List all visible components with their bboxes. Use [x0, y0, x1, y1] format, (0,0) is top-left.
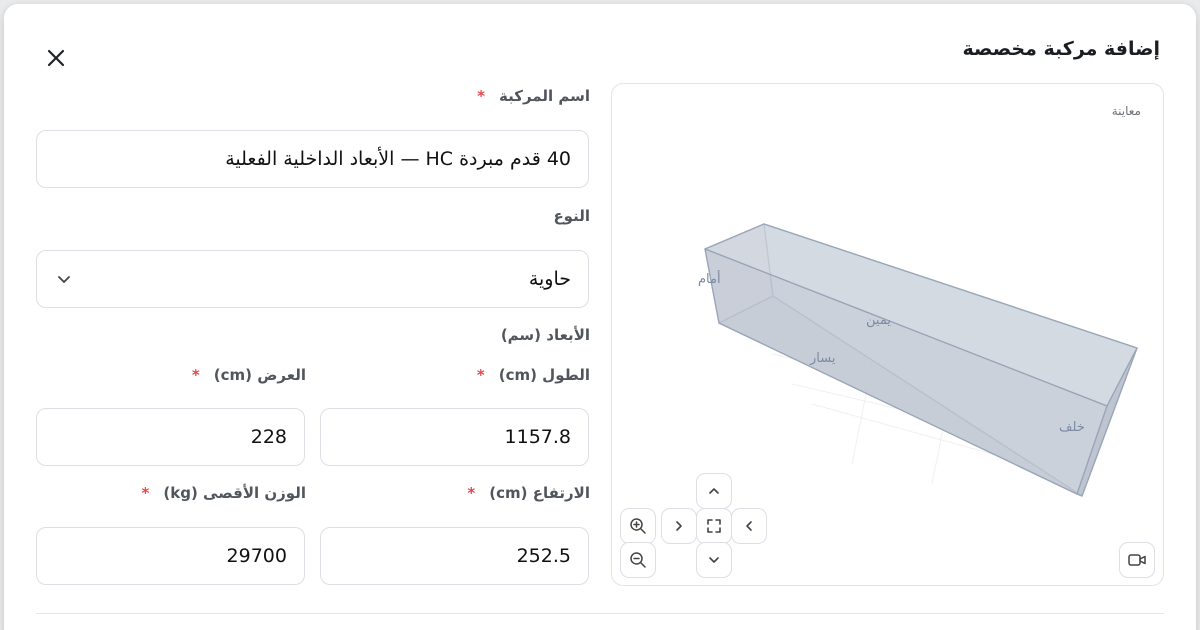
- face-label-back: خلف: [1059, 420, 1085, 435]
- required-mark: *: [191, 366, 200, 384]
- width-label-text: العرض (cm): [213, 366, 306, 384]
- dimensions-heading: الأبعاد (سم): [500, 326, 590, 344]
- face-label-left: يسار: [809, 351, 836, 366]
- max-weight-label: الوزن الأقصى (kg) *: [142, 484, 306, 502]
- length-value: 1157.8: [504, 426, 571, 448]
- required-mark: *: [477, 87, 486, 105]
- camera-button[interactable]: [1119, 542, 1155, 578]
- vehicle-name-label: اسم المركبة *: [477, 87, 590, 105]
- height-label: الارتفاع (cm) *: [467, 484, 590, 502]
- close-button[interactable]: [42, 44, 70, 72]
- required-mark: *: [141, 484, 150, 502]
- face-label-front: أمام: [698, 270, 721, 287]
- pan-up-button[interactable]: [696, 473, 732, 509]
- required-mark: *: [476, 366, 485, 384]
- dialog-title: إضافة مركبة مخصصة: [962, 38, 1160, 60]
- pan-right-button[interactable]: [661, 508, 697, 544]
- type-select[interactable]: حاوية: [36, 250, 589, 308]
- chevron-right-icon: [676, 521, 682, 531]
- camera-icon: [1128, 554, 1146, 566]
- height-label-text: الارتفاع (cm): [489, 484, 590, 502]
- type-label: النوع: [553, 207, 590, 225]
- chevron-down-icon: [709, 557, 719, 563]
- footer-divider: [36, 613, 1164, 614]
- required-mark: *: [467, 484, 476, 502]
- chevron-down-icon: [58, 276, 70, 283]
- face-label-right: يمين: [866, 313, 891, 328]
- vehicle-name-input[interactable]: 40 قدم مبردة HC — الأبعاد الداخلية الفعل…: [36, 130, 589, 188]
- close-icon: [47, 49, 65, 67]
- fit-view-button[interactable]: [696, 508, 732, 544]
- type-value: حاوية: [528, 268, 571, 290]
- max-weight-input[interactable]: 29700: [36, 527, 305, 585]
- length-input[interactable]: 1157.8: [320, 408, 589, 466]
- max-weight-label-text: الوزن الأقصى (kg): [163, 484, 306, 502]
- chevron-up-icon: [709, 488, 719, 494]
- height-input[interactable]: 252.5: [320, 527, 589, 585]
- zoom-out-button[interactable]: [620, 542, 656, 578]
- fullscreen-icon: [707, 519, 721, 533]
- zoom-out-icon: [630, 552, 646, 568]
- vehicle-name-value: 40 قدم مبردة HC — الأبعاد الداخلية الفعل…: [225, 148, 571, 170]
- width-label: العرض (cm) *: [192, 366, 306, 384]
- add-vehicle-dialog: إضافة مركبة مخصصة اسم المركبة * 40 قدم مب…: [4, 4, 1196, 630]
- zoom-in-button[interactable]: [620, 508, 656, 544]
- pan-left-button[interactable]: [731, 508, 767, 544]
- chevron-left-icon: [746, 521, 752, 531]
- preview-panel[interactable]: معاينة أمام يمين يسار خلف: [611, 83, 1164, 586]
- pan-down-button[interactable]: [696, 542, 732, 578]
- container-box: [704, 223, 1138, 497]
- length-label: الطول (cm) *: [477, 366, 590, 384]
- width-input[interactable]: 228: [36, 408, 305, 466]
- vehicle-name-label-text: اسم المركبة: [499, 87, 590, 105]
- zoom-in-icon: [630, 518, 646, 534]
- max-weight-value: 29700: [226, 545, 287, 567]
- length-label-text: الطول (cm): [498, 366, 590, 384]
- height-value: 252.5: [516, 545, 571, 567]
- width-value: 228: [250, 426, 287, 448]
